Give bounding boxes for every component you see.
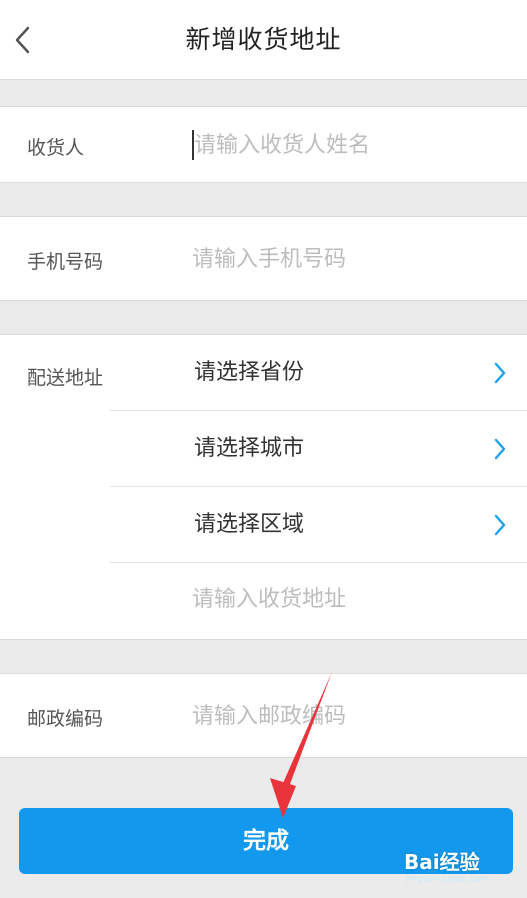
province-selector[interactable]: 请选择省份 xyxy=(110,335,527,411)
city-text: 请选择城市 xyxy=(194,436,305,461)
postal-input[interactable] xyxy=(192,700,512,732)
phone-label: 手机号码 xyxy=(27,251,104,273)
submit-button[interactable]: 完成 xyxy=(19,808,513,874)
header-bar: 新增收货地址 xyxy=(0,0,527,80)
watermark-url: jingyan.baidu.com xyxy=(406,874,490,884)
phone-input[interactable] xyxy=(192,243,512,275)
city-selector[interactable]: 请选择城市 xyxy=(110,411,527,487)
postal-section: 邮政编码 xyxy=(0,673,527,758)
page-title: 新增收货地址 xyxy=(185,25,342,54)
address-label: 配送地址 xyxy=(27,367,104,389)
chevron-right-icon xyxy=(494,514,506,536)
district-selector[interactable]: 请选择区域 xyxy=(110,487,527,563)
address-detail-input[interactable] xyxy=(192,583,512,615)
chevron-right-icon xyxy=(494,438,506,460)
chevron-right-icon xyxy=(494,362,506,384)
postal-label: 邮政编码 xyxy=(27,708,104,730)
phone-section: 手机号码 xyxy=(0,216,527,301)
recipient-section: 收货人 xyxy=(0,106,527,183)
district-text: 请选择区域 xyxy=(194,512,305,537)
recipient-label: 收货人 xyxy=(27,137,85,159)
province-text: 请选择省份 xyxy=(194,360,305,385)
address-section: 配送地址 请选择省份 请选择城市 请选择区域 xyxy=(0,334,527,640)
recipient-input[interactable] xyxy=(194,129,514,161)
